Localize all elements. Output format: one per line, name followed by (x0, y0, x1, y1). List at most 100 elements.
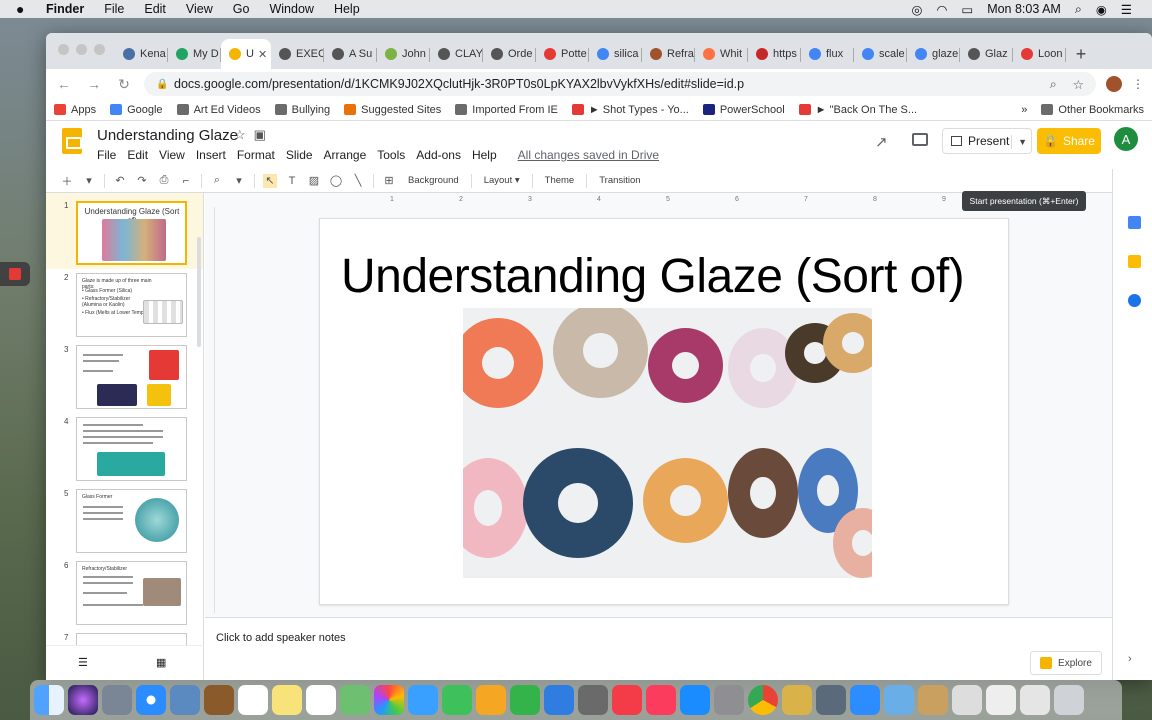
docs-menu-item[interactable]: Help (472, 148, 497, 162)
speaker-notes[interactable]: Click to add speaker notes Explore (205, 617, 1112, 680)
browser-tab[interactable]: glaze (907, 39, 960, 69)
browser-tab[interactable]: Kena (115, 39, 168, 69)
layout-button[interactable]: Layout ▾ (480, 175, 524, 186)
share-button[interactable]: 🔒 Share (1037, 128, 1101, 154)
star-icon[interactable]: ☆ (234, 127, 246, 143)
close-tab-icon[interactable]: ✕ (258, 48, 267, 61)
undo-icon[interactable]: ↶ (113, 174, 127, 188)
activity-dashboard-icon[interactable]: ↗ (875, 133, 888, 151)
zoom-window-button[interactable] (94, 44, 105, 55)
new-slide-icon[interactable]: ＋ (60, 174, 74, 188)
image-capture-icon[interactable] (816, 685, 846, 715)
browser-tab[interactable]: Potte (536, 39, 589, 69)
photos-icon[interactable] (374, 685, 404, 715)
other-bookmarks[interactable]: Other Bookmarks (1041, 104, 1144, 116)
bookmark-item[interactable]: Apps (54, 104, 96, 116)
music-icon[interactable] (646, 685, 676, 715)
close-window-button[interactable] (58, 44, 69, 55)
system-preferences-icon[interactable] (714, 685, 744, 715)
calendar-icon[interactable] (1128, 216, 1141, 229)
tasks-icon[interactable] (1128, 294, 1141, 307)
menubar-clock[interactable]: Mon 8:03 AM (987, 2, 1061, 16)
slide-title[interactable]: Understanding Glaze (Sort of) (341, 249, 965, 304)
move-folder-icon[interactable]: ▣ (254, 127, 266, 143)
docs-menu-item[interactable]: View (159, 148, 185, 162)
filmstrip-view-icon[interactable]: ☰ (78, 656, 88, 669)
bookmark-item[interactable]: Art Ed Videos (176, 104, 261, 116)
menu-go[interactable]: Go (233, 2, 250, 16)
browser-tab[interactable]: Refra (642, 39, 695, 69)
browser-tab[interactable]: My D (168, 39, 221, 69)
browser-tab[interactable]: Loon (1013, 39, 1066, 69)
browser-tab[interactable]: CLAY (430, 39, 483, 69)
chrome-menu-icon[interactable]: ⋮ (1132, 77, 1144, 91)
siri-icon[interactable]: ◉ (1096, 2, 1107, 17)
maps-icon[interactable] (340, 685, 370, 715)
select-cursor-icon[interactable]: ↖ (263, 173, 277, 188)
lock-icon[interactable]: 🔒 (156, 79, 168, 90)
screenshot-icon[interactable] (578, 685, 608, 715)
document-stack-icon[interactable] (952, 685, 982, 715)
paint-format-icon[interactable]: ⌐ (179, 174, 193, 188)
menu-help[interactable]: Help (334, 2, 360, 16)
keynote-icon[interactable] (544, 685, 574, 715)
document-stack-icon[interactable] (918, 685, 948, 715)
document-stack-icon[interactable] (1020, 685, 1050, 715)
browser-tab[interactable]: U ✕ (221, 39, 271, 69)
spotlight-search-icon[interactable]: ⌕ (1075, 2, 1082, 17)
image-icon[interactable]: ▨ (307, 174, 321, 188)
menu-file[interactable]: File (104, 2, 124, 16)
shape-icon[interactable]: ◯ (329, 174, 343, 188)
chrome-icon[interactable] (748, 685, 778, 715)
browser-tab[interactable]: Whit (695, 39, 748, 69)
apple-menu-icon[interactable]: ● (16, 1, 32, 17)
text-box-icon[interactable]: T (285, 174, 299, 188)
menu-view[interactable]: View (186, 2, 213, 16)
docs-menu-item[interactable]: Add-ons (416, 148, 461, 162)
slide-thumbnail-7[interactable] (76, 633, 187, 645)
address-bar[interactable]: 🔒 docs.google.com/presentation/d/1KCMK9J… (144, 72, 1096, 96)
bookmark-item[interactable]: Suggested Sites (344, 104, 441, 116)
browser-tab[interactable]: scale (854, 39, 907, 69)
present-button[interactable]: Present ▼ (942, 128, 1032, 154)
menu-edit[interactable]: Edit (144, 2, 166, 16)
line-icon[interactable]: ╲ (351, 174, 365, 188)
zoom-icon[interactable]: ⌕ (210, 174, 224, 188)
wifi-icon[interactable]: ◠ (936, 2, 947, 17)
bookmark-star-icon[interactable]: ☆ (1073, 77, 1084, 92)
more-bookmarks-button[interactable]: » (1021, 104, 1027, 116)
finder-icon[interactable] (34, 685, 64, 715)
docs-menu-item[interactable]: Slide (286, 148, 313, 162)
siri-icon[interactable] (68, 685, 98, 715)
filmstrip-scrollbar[interactable] (197, 237, 201, 347)
launchpad-icon[interactable] (102, 685, 132, 715)
browser-tab[interactable]: EXEC (271, 39, 324, 69)
bookmark-item[interactable]: ► Shot Types - Yo... (571, 104, 689, 116)
new-slide-dropdown-icon[interactable]: ▾ (82, 174, 96, 188)
browser-tab[interactable]: A Su (324, 39, 377, 69)
redo-icon[interactable]: ↷ (135, 174, 149, 188)
keep-icon[interactable] (1128, 255, 1141, 268)
docs-menu-item[interactable]: File (97, 148, 116, 162)
account-avatar[interactable]: A (1114, 127, 1138, 151)
browser-tab[interactable]: Glaz (960, 39, 1013, 69)
app-store-icon[interactable] (680, 685, 710, 715)
notebook-icon[interactable] (204, 685, 234, 715)
speaker-notes-placeholder[interactable]: Click to add speaker notes (216, 632, 346, 644)
pencil-app-icon[interactable] (782, 685, 812, 715)
grid-view-icon[interactable]: ▦ (156, 656, 166, 669)
creative-cloud-icon[interactable]: ◎ (912, 2, 923, 17)
slide-thumbnail-4[interactable] (76, 417, 187, 481)
save-status[interactable]: All changes saved in Drive (518, 148, 659, 162)
calendar-app-icon[interactable] (238, 685, 268, 715)
document-stack-icon[interactable] (986, 685, 1016, 715)
browser-tab[interactable]: https (748, 39, 801, 69)
screen-recorder-stop-button[interactable] (0, 262, 30, 286)
forward-button[interactable]: → (84, 76, 104, 92)
zoom-dropdown-icon[interactable]: ▾ (232, 174, 246, 188)
notes-app-icon[interactable] (272, 685, 302, 715)
reload-button[interactable]: ↻ (114, 76, 134, 93)
profile-icon[interactable] (1106, 76, 1122, 92)
browser-tab[interactable]: silica (589, 39, 642, 69)
notification-center-icon[interactable]: ☰ (1121, 2, 1132, 17)
